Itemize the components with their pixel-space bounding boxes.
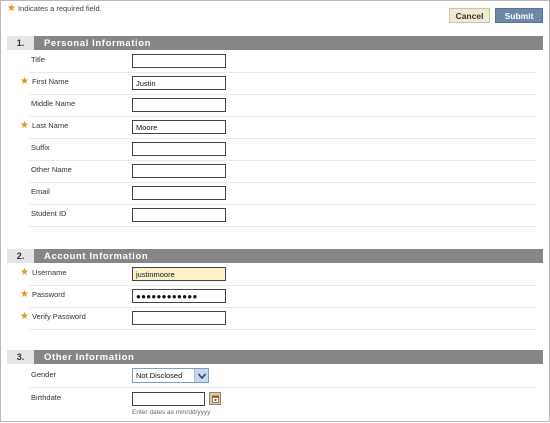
- middle-name-field[interactable]: [132, 98, 226, 112]
- form-row-birthdate: Birthdate Enter dates as mm/dd/yyyy: [29, 389, 537, 423]
- form-row-suffix: Suffix: [29, 139, 537, 161]
- form-row-last-name: ★ Last Name Moore: [20, 117, 537, 139]
- username-field[interactable]: justinmoore: [132, 267, 226, 281]
- birthdate-field[interactable]: [132, 392, 205, 406]
- title-field[interactable]: [132, 54, 226, 68]
- field-label-password: ★ Password: [20, 289, 65, 300]
- field-label: Suffix: [31, 143, 50, 152]
- section-header-personal: 1. Personal Information: [7, 36, 543, 50]
- field-label-last-name: ★ Last Name: [20, 120, 69, 131]
- field-label: Title: [31, 55, 45, 64]
- email-field[interactable]: [132, 186, 226, 200]
- last-name-field[interactable]: Moore: [132, 120, 226, 134]
- form-row-title: Title: [29, 51, 537, 73]
- submit-button[interactable]: Submit: [495, 8, 543, 23]
- required-note-text: Indicates a required field.: [17, 4, 102, 13]
- form-row-email: Email: [29, 183, 537, 205]
- field-label: Middle Name: [31, 99, 76, 108]
- field-label: Student ID: [31, 209, 67, 218]
- form-row-gender: Gender Not Disclosed: [29, 366, 537, 388]
- section-header-account: 2. Account Information: [7, 249, 543, 263]
- field-label-text: First Name: [31, 77, 69, 86]
- verify-password-field[interactable]: [132, 311, 226, 325]
- form-row-password: ★ Password ●●●●●●●●●●●●: [20, 286, 537, 308]
- field-label: Gender: [31, 370, 57, 379]
- section-title: Other Information: [44, 351, 135, 363]
- field-label-text: Last Name: [31, 121, 69, 130]
- dropdown-arrow-icon[interactable]: [194, 369, 208, 382]
- student-id-field[interactable]: [132, 208, 226, 222]
- section-title: Personal Information: [44, 37, 152, 49]
- section-number: 1.: [7, 36, 34, 50]
- date-format-hint: Enter dates as mm/dd/yyyy: [132, 409, 211, 416]
- first-name-field[interactable]: Justin: [132, 76, 226, 90]
- required-star-icon: ★: [20, 311, 29, 322]
- field-label-username: ★ Username: [20, 267, 67, 278]
- field-label-text: Password: [31, 290, 65, 299]
- required-star-icon: ★: [20, 289, 29, 300]
- field-label: Birthdate: [31, 393, 62, 402]
- required-star-icon: ★: [20, 76, 29, 87]
- field-label: Email: [31, 187, 50, 196]
- form-row-middle-name: Middle Name: [29, 95, 537, 117]
- section-number: 3.: [7, 350, 34, 364]
- cancel-button[interactable]: Cancel: [449, 8, 490, 23]
- form-row-verify-password: ★ Verify Password: [20, 308, 537, 330]
- field-label-verify-password: ★ Verify Password: [20, 311, 86, 322]
- required-star-icon: ★: [7, 2, 16, 14]
- gender-selected-value: Not Disclosed: [136, 371, 183, 380]
- form-row-other-name: Other Name: [29, 161, 537, 183]
- required-star-icon: ★: [20, 120, 29, 131]
- gender-select[interactable]: Not Disclosed: [132, 368, 209, 383]
- field-label-first-name: ★ First Name: [20, 76, 69, 87]
- form-row-first-name: ★ First Name Justin: [20, 73, 537, 95]
- required-field-note: ★ Indicates a required field.: [7, 2, 102, 14]
- section-number: 2.: [7, 249, 34, 263]
- calendar-icon[interactable]: [209, 392, 221, 405]
- section-title: Account Information: [44, 250, 149, 262]
- field-label: Other Name: [31, 165, 72, 174]
- suffix-field[interactable]: [132, 142, 226, 156]
- section-header-other: 3. Other Information: [7, 350, 543, 364]
- field-label-text: Username: [31, 268, 67, 277]
- other-name-field[interactable]: [132, 164, 226, 178]
- required-star-icon: ★: [20, 267, 29, 278]
- form-row-username: ★ Username justinmoore: [20, 264, 537, 286]
- form-header: ★ Indicates a required field. Cancel Sub…: [1, 1, 549, 29]
- password-field[interactable]: ●●●●●●●●●●●●: [132, 289, 226, 303]
- form-row-student-id: Student ID: [29, 205, 537, 227]
- field-label-text: Verify Password: [31, 312, 86, 321]
